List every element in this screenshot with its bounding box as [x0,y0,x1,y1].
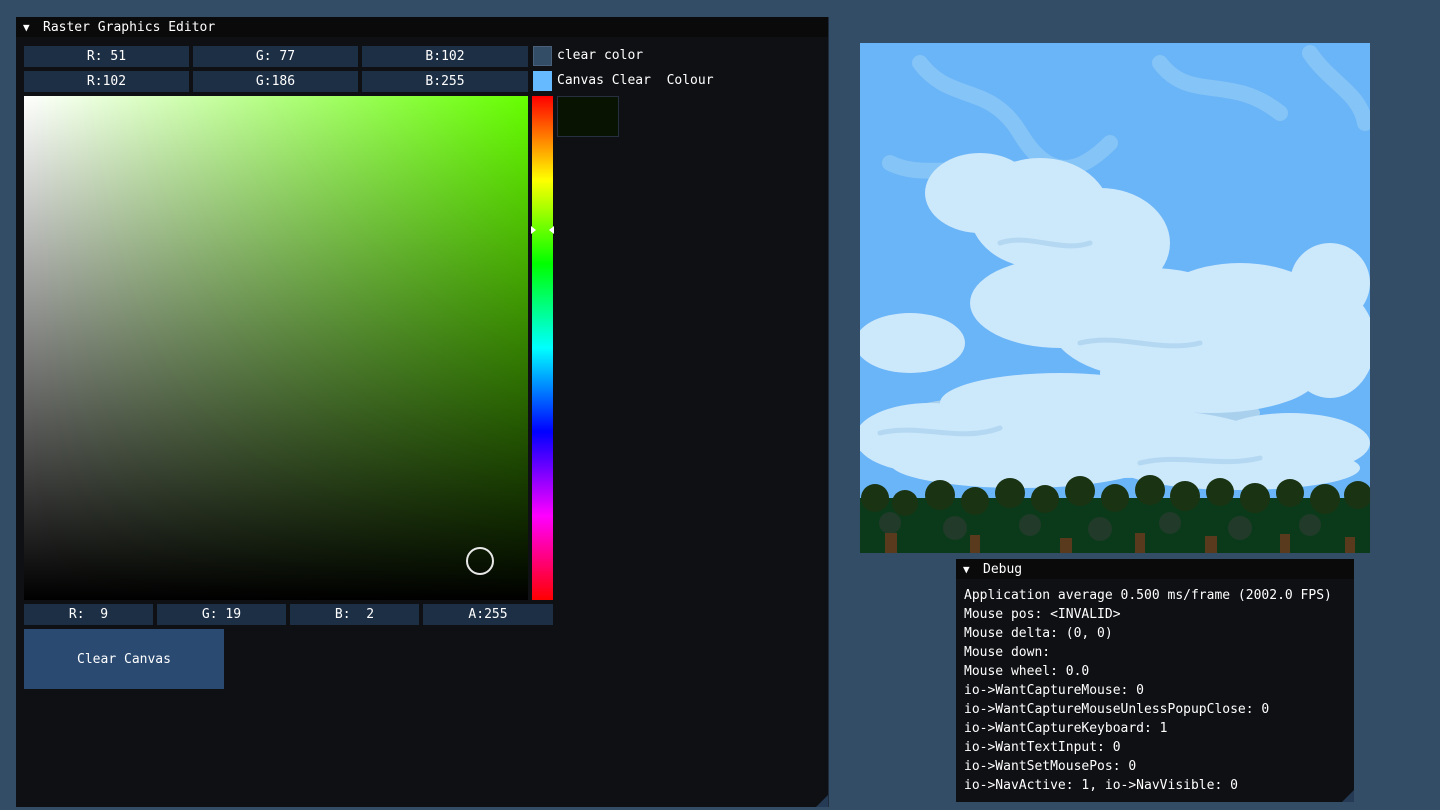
editor-title: Raster Graphics Editor [43,19,216,35]
debug-mouse-delta-line: Mouse delta: (0, 0) [964,626,1113,641]
brush-a-field[interactable]: A:255 [423,604,553,625]
picker-cursor-icon[interactable] [466,547,494,575]
debug-want-text-input-line: io->WantTextInput: 0 [964,740,1121,755]
debug-mouse-wheel-line: Mouse wheel: 0.0 [964,664,1090,679]
debug-title: Debug [983,561,1023,577]
debug-want-capture-keyboard-line: io->WantCaptureKeyboard: 1 [964,721,1168,736]
canvas-clear-b-field[interactable]: B:255 [362,71,528,92]
clear-color-label: clear color [557,48,644,63]
canvas-clear-g-field[interactable]: G:186 [193,71,358,92]
hue-slider[interactable] [532,96,553,600]
debug-want-set-mouse-pos-line: io->WantSetMousePos: 0 [964,759,1137,774]
debug-titlebar[interactable]: ▼ Debug [956,559,1354,579]
collapse-arrow-icon[interactable]: ▼ [963,563,975,576]
brush-b-field[interactable]: B: 2 [290,604,419,625]
saturation-value-picker[interactable] [24,96,528,600]
hue-marker-right-icon [549,226,554,234]
canvas-clear-swatch[interactable] [533,71,552,91]
debug-mouse-down-line: Mouse down: [964,645,1051,660]
canvas-clear-label: Canvas Clear Colour [557,73,714,88]
debug-mouse-pos-line: Mouse pos: <INVALID> [964,607,1121,622]
canvas-clear-r-field[interactable]: R:102 [24,71,189,92]
debug-want-capture-mouse-unless-popup-line: io->WantCaptureMouseUnlessPopupClose: 0 [964,702,1270,717]
collapse-arrow-icon[interactable]: ▼ [23,21,35,34]
debug-window: ▼ Debug Application average 0.500 ms/fra… [956,559,1354,802]
brush-r-field[interactable]: R: 9 [24,604,153,625]
debug-nav-line: io->NavActive: 1, io->NavVisible: 0 [964,778,1238,793]
brush-g-field[interactable]: G: 19 [157,604,286,625]
hue-marker-left-icon [531,226,536,234]
drawing-canvas[interactable] [860,43,1370,553]
resize-grip-icon[interactable] [816,795,828,807]
debug-want-capture-mouse-line: io->WantCaptureMouse: 0 [964,683,1145,698]
canvas-painting [860,43,1370,553]
clear-color-g-field[interactable]: G: 77 [193,46,358,67]
clear-canvas-button[interactable]: Clear Canvas [24,629,224,689]
color-preview-swatch [557,96,619,137]
debug-fps-line: Application average 0.500 ms/frame (2002… [964,588,1332,603]
resize-grip-icon[interactable] [1342,790,1354,802]
clear-color-swatch[interactable] [533,46,552,66]
clear-color-r-field[interactable]: R: 51 [24,46,189,67]
clear-color-b-field[interactable]: B:102 [362,46,528,67]
editor-titlebar[interactable]: ▼ Raster Graphics Editor [16,17,828,37]
